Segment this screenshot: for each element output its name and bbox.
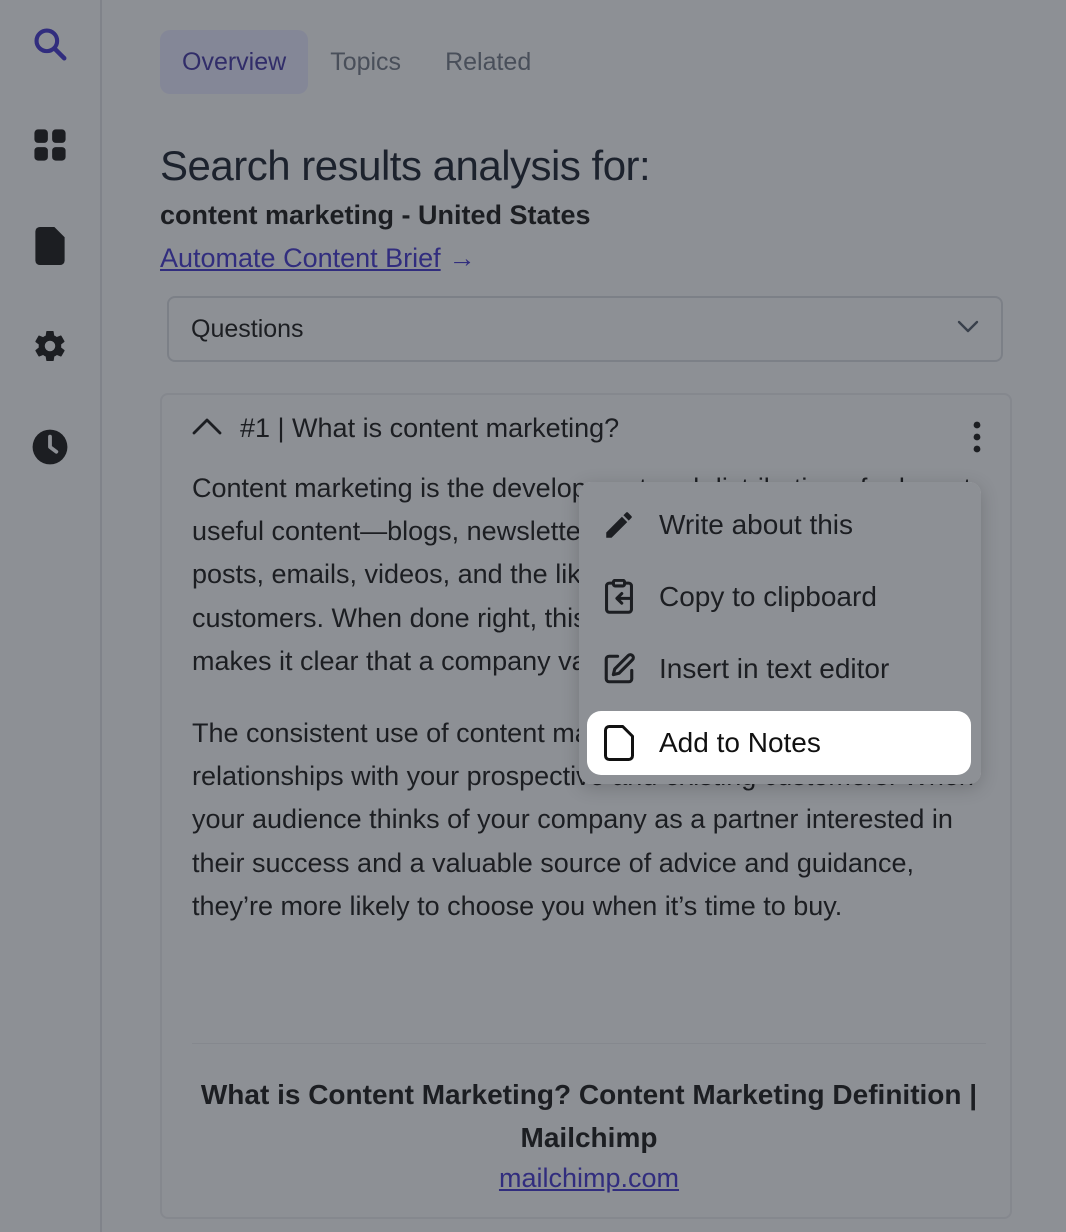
- menu-item-label: Insert in text editor: [659, 653, 890, 684]
- menu-item-add-to-notes[interactable]: Add to Notes: [587, 711, 971, 775]
- menu-item-insert-in-text-editor[interactable]: Insert in text editor: [587, 637, 971, 701]
- menu-item-label: Write about this: [659, 509, 854, 540]
- menu-item-label: Copy to clipboard: [659, 581, 877, 612]
- menu-item-label: Add to Notes: [659, 727, 821, 758]
- menu-item-copy-to-clipboard[interactable]: Copy to clipboard: [587, 565, 971, 629]
- context-menu: Write about this Copy to clipboard Inser…: [579, 482, 981, 784]
- clipboard-icon: [599, 577, 639, 617]
- edit-square-icon: [599, 649, 639, 689]
- pencil-icon: [599, 505, 639, 545]
- note-icon: [599, 723, 639, 763]
- menu-item-write-about-this[interactable]: Write about this: [587, 493, 971, 557]
